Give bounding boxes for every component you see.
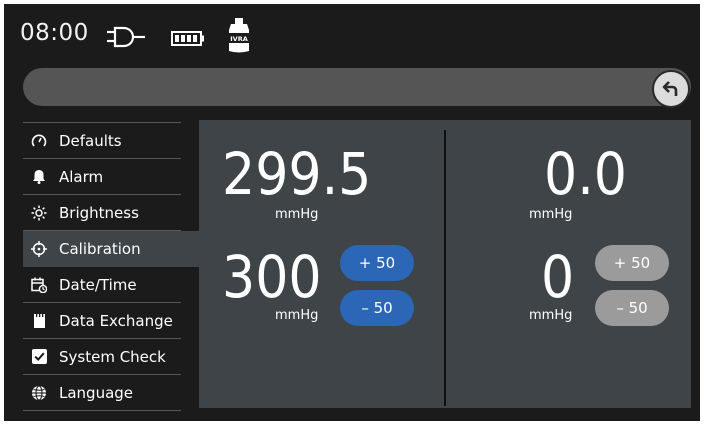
right-plus-50-button[interactable]: + 50	[595, 245, 669, 281]
sidebar-item-label: Language	[59, 383, 134, 402]
globe-icon	[31, 384, 47, 401]
sd-card-icon	[31, 312, 47, 329]
device-badge-text: IVRA	[230, 35, 248, 43]
title-bar	[23, 68, 691, 106]
sidebar-item-language[interactable]: Language	[23, 375, 181, 411]
sidebar-item-system-check[interactable]: System Check	[23, 339, 181, 375]
sidebar-item-data-exchange[interactable]: Data Exchange	[23, 303, 181, 339]
left-setpoint-unit: mmHg	[275, 308, 319, 323]
settings-sidebar: Defaults Alarm Brightness Calibration Da…	[23, 122, 199, 411]
left-measured-pressure: 299.5	[222, 140, 372, 208]
sidebar-item-label: Data Exchange	[59, 311, 173, 330]
calendar-clock-icon	[31, 277, 47, 293]
gauge-icon	[31, 133, 47, 149]
right-minus-50-button[interactable]: – 50	[595, 290, 669, 326]
crosshair-icon	[31, 240, 47, 257]
left-setpoint-pressure: 300	[222, 243, 322, 311]
calibration-panel: 299.5 mmHg 300 mmHg + 50 – 50 0.0 mmHg 0…	[199, 120, 691, 408]
right-measured-pressure: 0.0	[544, 140, 627, 208]
sidebar-item-label: Calibration	[59, 239, 141, 258]
left-minus-50-button[interactable]: – 50	[340, 290, 414, 326]
sidebar-item-label: Defaults	[59, 131, 122, 150]
sidebar-item-calibration[interactable]: Calibration	[23, 231, 199, 267]
checkbox-icon	[31, 349, 47, 365]
sidebar-item-label: System Check	[59, 347, 166, 366]
sidebar-item-date-time[interactable]: Date/Time	[23, 267, 181, 303]
device-screen: 08:00 IVRA Defaults Alarm Brightness Cal…	[4, 4, 700, 421]
back-arrow-icon	[662, 80, 680, 98]
back-button[interactable]	[652, 70, 690, 108]
right-setpoint-pressure: 0	[541, 243, 575, 311]
sidebar-item-brightness[interactable]: Brightness	[23, 195, 181, 231]
left-plus-50-button[interactable]: + 50	[340, 245, 414, 281]
sidebar-item-defaults[interactable]: Defaults	[23, 122, 181, 159]
plug-icon	[107, 26, 147, 52]
sun-icon	[31, 205, 47, 221]
panel-divider	[444, 130, 446, 406]
left-measured-unit: mmHg	[275, 207, 319, 222]
sidebar-item-alarm[interactable]: Alarm	[23, 159, 181, 195]
status-bar: 08:00 IVRA	[4, 4, 700, 64]
sidebar-item-label: Brightness	[59, 203, 139, 222]
battery-icon	[171, 31, 205, 50]
right-setpoint-unit: mmHg	[529, 308, 573, 323]
sidebar-item-label: Date/Time	[59, 275, 137, 294]
clock-time: 08:00	[20, 20, 89, 46]
cuff-device-icon: IVRA	[226, 18, 252, 58]
bell-icon	[31, 169, 47, 185]
right-measured-unit: mmHg	[529, 207, 573, 222]
sidebar-item-label: Alarm	[59, 167, 104, 186]
